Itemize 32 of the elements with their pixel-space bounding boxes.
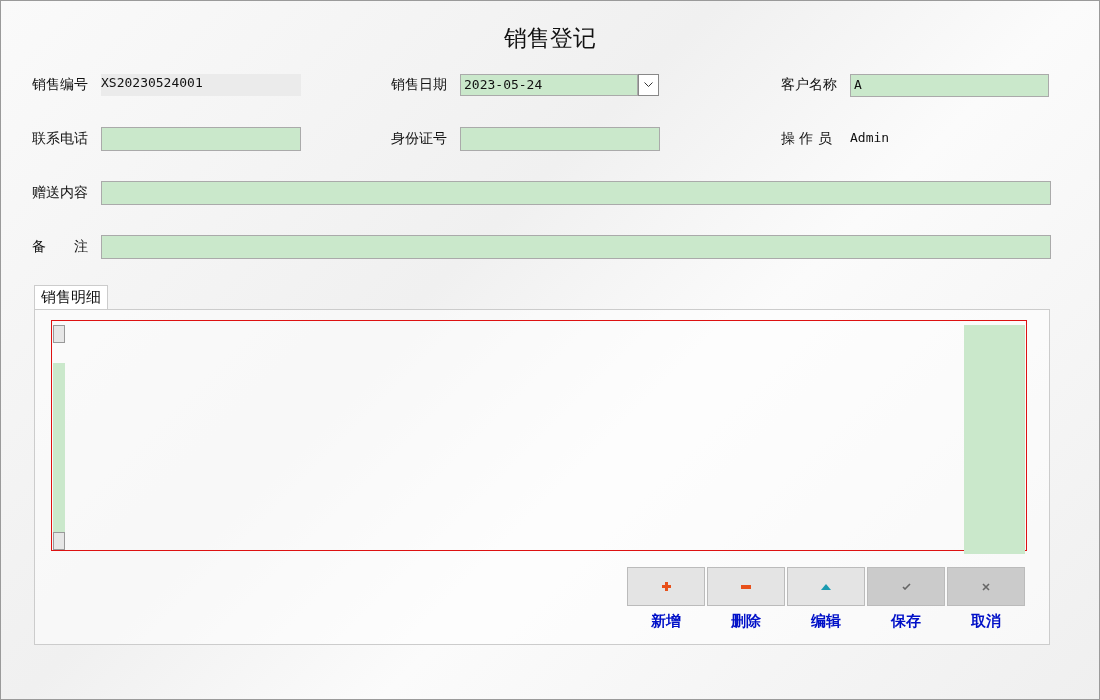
window-title: 销售登记 (503, 24, 597, 53)
date-field[interactable]: 2023-05-24 (460, 74, 638, 96)
field-label: 销售编号 (32, 76, 89, 94)
input-field[interactable] (101, 181, 1051, 205)
input-field[interactable] (460, 127, 660, 151)
chevron-down-icon (644, 82, 653, 88)
dropdown-button[interactable] (638, 74, 659, 96)
input-field[interactable] (101, 127, 301, 151)
check-icon (901, 583, 911, 590)
toolbar-button[interactable] (707, 567, 785, 606)
scroll-bar[interactable] (53, 325, 65, 550)
field-label: 备 注 (32, 238, 89, 256)
button-label[interactable]: 新增 (651, 612, 681, 631)
toolbar-button[interactable] (627, 567, 705, 606)
field-label: 销售日期 (391, 76, 448, 94)
minus-icon (741, 584, 751, 589)
button-label[interactable]: 编辑 (811, 612, 841, 631)
field-label: 客户名称 (781, 76, 838, 94)
plus-icon (661, 582, 671, 591)
field-label: 操 作 员 (781, 130, 833, 148)
toolbar-button[interactable] (787, 567, 865, 606)
close-icon (982, 582, 990, 591)
field-label: 赠送内容 (32, 184, 89, 202)
triangle-up-icon (821, 583, 831, 590)
number-field: XS20230524001 (101, 74, 301, 96)
button-label[interactable]: 删除 (731, 612, 761, 631)
tab[interactable]: 销售明细 (34, 285, 108, 309)
input-field[interactable]: A (850, 73, 1049, 97)
field-label: 身份证号 (391, 130, 448, 148)
field-label: 联系电话 (32, 130, 89, 148)
input-field[interactable] (101, 235, 1051, 259)
operator-value: Admin (850, 129, 890, 145)
